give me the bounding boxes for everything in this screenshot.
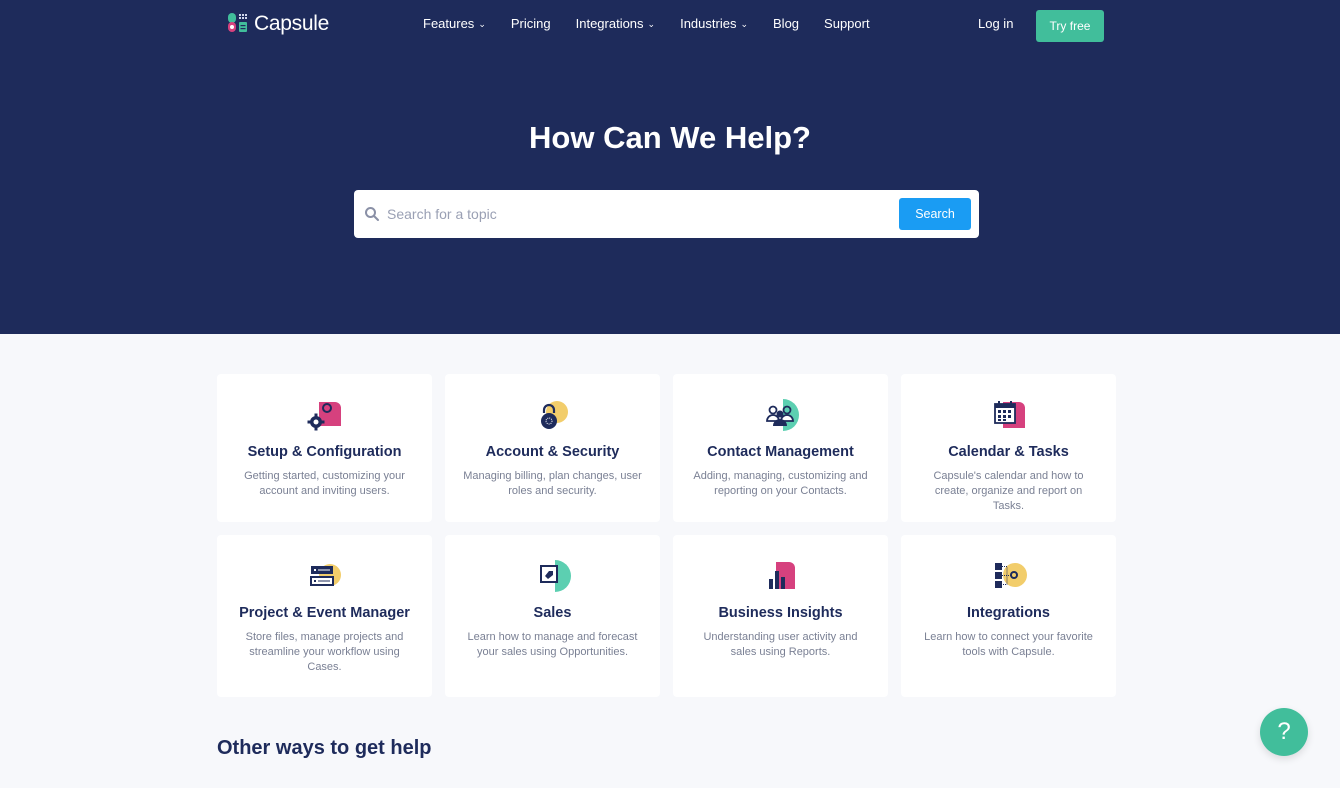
- chevron-down-icon: ⌄: [740, 19, 749, 29]
- gears-icon: [307, 402, 341, 431]
- nav-support-label: Support: [824, 16, 870, 31]
- hero-section: Capsule Features ⌄ Pricing Integrations …: [0, 0, 1340, 334]
- people-icon: [765, 399, 799, 431]
- card-title: Account & Security: [485, 444, 620, 460]
- card-title: Calendar & Tasks: [948, 444, 1069, 460]
- card-title: Contact Management: [707, 444, 854, 460]
- nav-links: Features ⌄ Pricing Integrations ⌄ Indust…: [423, 16, 895, 31]
- nav-industries[interactable]: Industries ⌄: [680, 16, 748, 31]
- calendar-icon: [993, 401, 1025, 428]
- tag-icon: [539, 560, 571, 592]
- help-button[interactable]: ?: [1260, 708, 1308, 756]
- card-description: Understanding user activity and sales us…: [703, 631, 858, 658]
- card-description: Adding, managing, customizing and report…: [693, 470, 868, 497]
- category-card-sales[interactable]: Sales Learn how to manage and forecast y…: [445, 535, 660, 697]
- chevron-down-icon: ⌄: [478, 19, 486, 29]
- category-card-business-insights[interactable]: Business Insights Understanding user act…: [673, 535, 888, 697]
- nav-integrations-label: Integrations: [575, 16, 644, 31]
- category-card-project-event-manager[interactable]: Project & Event Manager Store files, man…: [217, 535, 432, 697]
- connections-icon: [994, 563, 1027, 588]
- category-card-integrations[interactable]: Integrations Learn how to connect your f…: [901, 535, 1116, 697]
- card-title: Project & Event Manager: [239, 605, 410, 621]
- padlock-icon: [540, 401, 568, 429]
- card-description: Managing billing, plan changes, user rol…: [463, 470, 642, 497]
- nav-support[interactable]: Support: [824, 16, 870, 31]
- nav-features[interactable]: Features ⌄: [423, 16, 486, 31]
- search-bar: Search: [354, 190, 979, 238]
- search-button[interactable]: Search: [899, 198, 971, 230]
- capsule-logo-icon: [228, 13, 247, 32]
- nav-pricing[interactable]: Pricing: [511, 16, 551, 31]
- card-description: Capsule's calendar and how to create, or…: [933, 470, 1084, 512]
- category-card-calendar-tasks[interactable]: Calendar & Tasks Capsule's calendar and …: [901, 374, 1116, 522]
- nav-industries-label: Industries: [680, 16, 737, 31]
- card-description: Store files, manage projects and streaml…: [245, 631, 404, 673]
- nav-features-label: Features: [423, 16, 475, 31]
- other-help-heading: Other ways to get help: [217, 737, 432, 759]
- card-description: Getting started, customizing your accoun…: [244, 470, 405, 497]
- card-title: Setup & Configuration: [247, 444, 402, 460]
- logo-text: Capsule: [254, 12, 329, 35]
- question-mark-icon: ?: [1277, 718, 1291, 745]
- card-title: Integrations: [967, 605, 1050, 621]
- card-title: Business Insights: [718, 605, 843, 621]
- bar-chart-icon: [768, 562, 795, 589]
- card-title: Sales: [533, 605, 572, 621]
- try-free-button[interactable]: Try free: [1036, 10, 1104, 42]
- help-categories: Setup & Configuration Getting started, c…: [217, 374, 1116, 697]
- logo[interactable]: Capsule: [228, 12, 329, 36]
- category-card-setup[interactable]: Setup & Configuration Getting started, c…: [217, 374, 432, 522]
- folders-icon: [309, 564, 341, 586]
- nav-integrations[interactable]: Integrations ⌄: [576, 16, 655, 31]
- category-card-contact-management[interactable]: Contact Management Adding, managing, cus…: [673, 374, 888, 522]
- login-link[interactable]: Log in: [978, 16, 1013, 31]
- card-description: Learn how to connect your favorite tools…: [924, 631, 1093, 658]
- chevron-down-icon: ⌄: [647, 19, 656, 29]
- search-icon: [365, 207, 379, 221]
- page-title: How Can We Help?: [529, 120, 811, 155]
- category-card-account-security[interactable]: Account & Security Managing billing, pla…: [445, 374, 660, 522]
- top-nav: Capsule Features ⌄ Pricing Integrations …: [0, 0, 1340, 50]
- card-description: Learn how to manage and forecast your sa…: [467, 631, 638, 658]
- nav-pricing-label: Pricing: [510, 16, 551, 31]
- search-input[interactable]: [387, 206, 899, 222]
- nav-blog[interactable]: Blog: [773, 16, 799, 31]
- nav-blog-label: Blog: [773, 16, 800, 31]
